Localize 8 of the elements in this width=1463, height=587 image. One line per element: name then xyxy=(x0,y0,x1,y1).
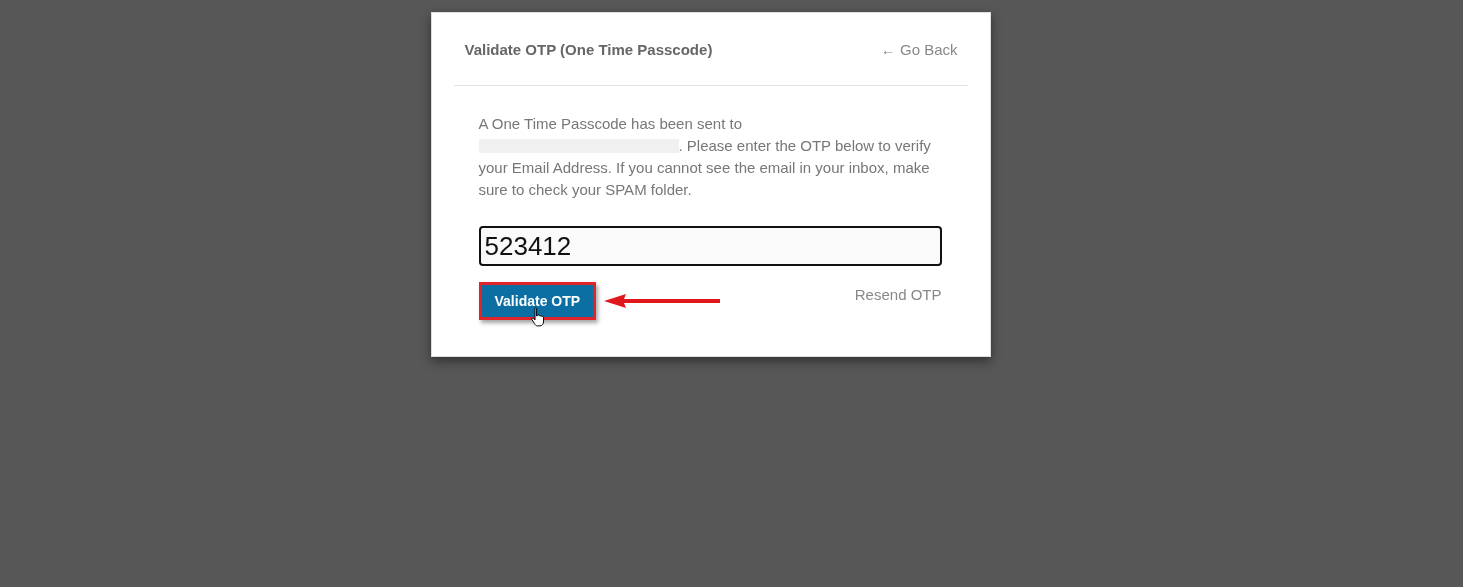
otp-input-field[interactable]: 523412 xyxy=(478,226,942,266)
hand-cursor-icon xyxy=(530,307,545,327)
resend-otp-link[interactable]: Resend OTP xyxy=(854,286,942,303)
go-back-link[interactable]: ← Go Back xyxy=(880,40,958,58)
pointing-arrow-icon xyxy=(604,293,723,309)
dialog-title: Validate OTP (One Time Passcode) xyxy=(464,40,713,58)
instruction-text: A One Time Passcode has been sent to . Please enter the OTP below to verify your Email Address. If you cannot see the email in your inbox, make sure to check your SPAM folder. xyxy=(478,114,932,200)
validate-otp-button[interactable]: Validate OTP xyxy=(478,282,597,320)
